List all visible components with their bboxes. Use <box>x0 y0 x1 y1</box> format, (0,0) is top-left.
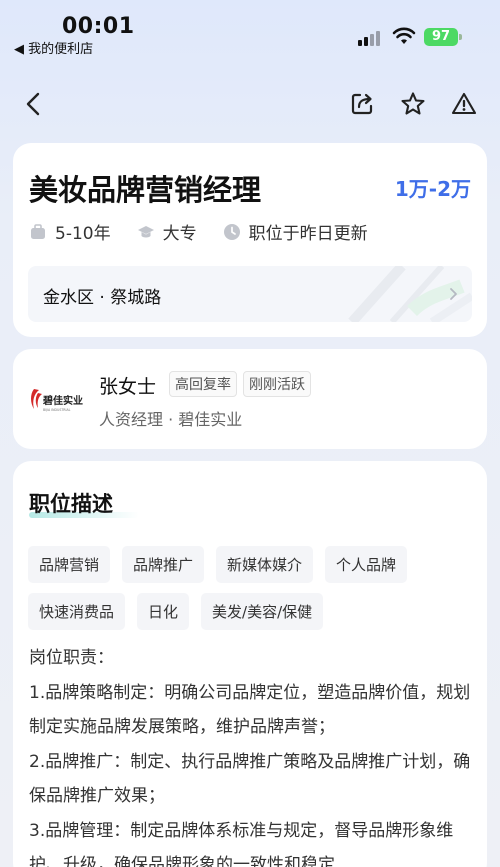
job-meta: 5-10年 大专 职位于昨日更新 <box>29 219 368 244</box>
education-item: 大专 <box>137 219 197 244</box>
job-summary-card: 美妆品牌营销经理 1万-2万 5-10年 大专 职位于昨日更新 金水区 · 祭城… <box>13 143 487 337</box>
skill-tag: 新媒体媒介 <box>216 546 314 583</box>
skill-tag: 快速消费品 <box>28 593 126 630</box>
wifi-icon <box>392 27 416 44</box>
recruiter-card[interactable]: 碧佳实业 BIJIA INDUSTRIAL 张女士 高回复率 刚刚活跃 人资经理… <box>13 349 487 449</box>
location-text: 金水区 · 祭城路 <box>43 288 162 308</box>
description-line: 2.品牌推广：制定、执行品牌推广策略及品牌推广计划，确保品牌推广效果； <box>29 751 471 807</box>
status-bar: 00:01 ◀ 我的便利店 97 <box>0 0 500 60</box>
star-icon <box>401 92 425 115</box>
location-row[interactable]: 金水区 · 祭城路 <box>28 266 472 322</box>
recruiter-badges: 高回复率 刚刚活跃 <box>169 371 311 397</box>
updated-item: 职位于昨日更新 <box>223 219 368 244</box>
skill-tag: 个人品牌 <box>325 546 408 583</box>
company-logo: 碧佳实业 BIJIA INDUSTRIAL <box>31 389 83 412</box>
section-title: 职位描述 <box>29 492 113 516</box>
recruiter-role: 人资经理 · 碧佳实业 <box>99 410 243 429</box>
badge-active: 刚刚活跃 <box>243 371 311 397</box>
skill-tags: 品牌营销 品牌推广 新媒体媒介 个人品牌 快速消费品 日化 美发/美容/保健 <box>28 546 478 630</box>
company-logo-subtext: BIJIA INDUSTRIAL <box>43 408 71 412</box>
updated-text: 职位于昨日更新 <box>248 224 368 244</box>
briefcase-icon <box>31 223 45 239</box>
back-to-app-link[interactable]: ◀ 我的便利店 <box>14 38 93 57</box>
cellular-signal-icon <box>358 28 380 46</box>
share-icon <box>351 93 373 115</box>
skill-tag: 美发/美容/保健 <box>201 593 324 630</box>
graduation-cap-icon <box>137 225 154 237</box>
clock-icon <box>223 223 240 240</box>
warning-icon <box>451 92 477 115</box>
report-button[interactable] <box>450 90 478 118</box>
experience-item: 5-10年 <box>29 219 111 244</box>
experience-text: 5-10年 <box>55 224 111 244</box>
chevron-right-icon <box>450 288 457 300</box>
description-line: 岗位职责： <box>29 648 114 668</box>
recruiter-name: 张女士 <box>99 376 157 398</box>
back-button[interactable] <box>20 90 48 118</box>
job-description-card: 职位描述 品牌营销 品牌推广 新媒体媒介 个人品牌 快速消费品 日化 美发/美容… <box>13 461 487 867</box>
skill-tag: 日化 <box>137 593 190 630</box>
description-line: 1.品牌策略制定：明确公司品牌定位，塑造品牌价值，规划制定实施品牌发展策略，维护… <box>29 682 471 738</box>
battery-icon: 97 <box>424 28 462 46</box>
company-logo-text: 碧佳实业 <box>42 394 83 407</box>
description-text: 岗位职责： 1.品牌策略制定：明确公司品牌定位，塑造品牌价值，规划制定实施品牌发… <box>29 641 474 867</box>
badge-high-reply: 高回复率 <box>169 371 237 397</box>
skill-tag: 品牌营销 <box>28 546 111 583</box>
share-button[interactable] <box>348 90 376 118</box>
job-title: 美妆品牌营销经理 <box>29 173 262 207</box>
education-text: 大专 <box>162 224 197 244</box>
nav-bar <box>0 80 500 128</box>
status-time: 00:01 <box>62 14 135 39</box>
salary-range: 1万-2万 <box>394 177 471 201</box>
favorite-button[interactable] <box>399 90 427 118</box>
chevron-left-icon <box>26 92 40 116</box>
skill-tag: 品牌推广 <box>122 546 205 583</box>
description-line: 3.品牌管理：制定品牌体系标准与规定，督导品牌形象维护、升级，确保品牌形象的一致… <box>29 820 454 867</box>
